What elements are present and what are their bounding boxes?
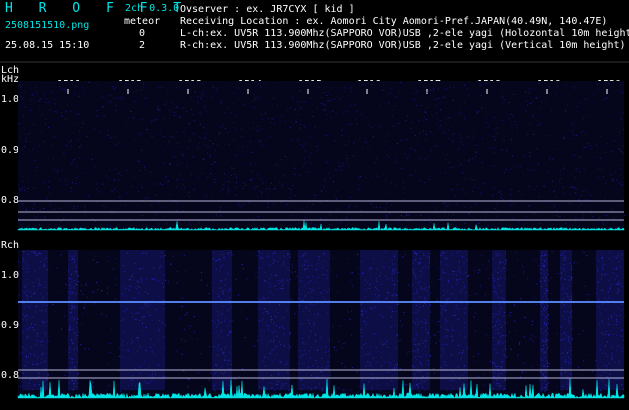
lch-noise (18, 82, 625, 228)
rch-noise-band (298, 250, 330, 390)
spectrogram-overlay (0, 61, 629, 399)
rch-noise-band (258, 250, 290, 390)
lch-power-trace (17, 220, 625, 231)
rch-noise-band (68, 250, 78, 390)
rch-noise-band (596, 250, 624, 390)
rch-noise-band (22, 250, 48, 390)
rch-noise-band (212, 250, 232, 390)
rch-noise-band (440, 250, 468, 390)
rch-noise-band (120, 250, 165, 390)
rch-noise-band (560, 250, 572, 390)
